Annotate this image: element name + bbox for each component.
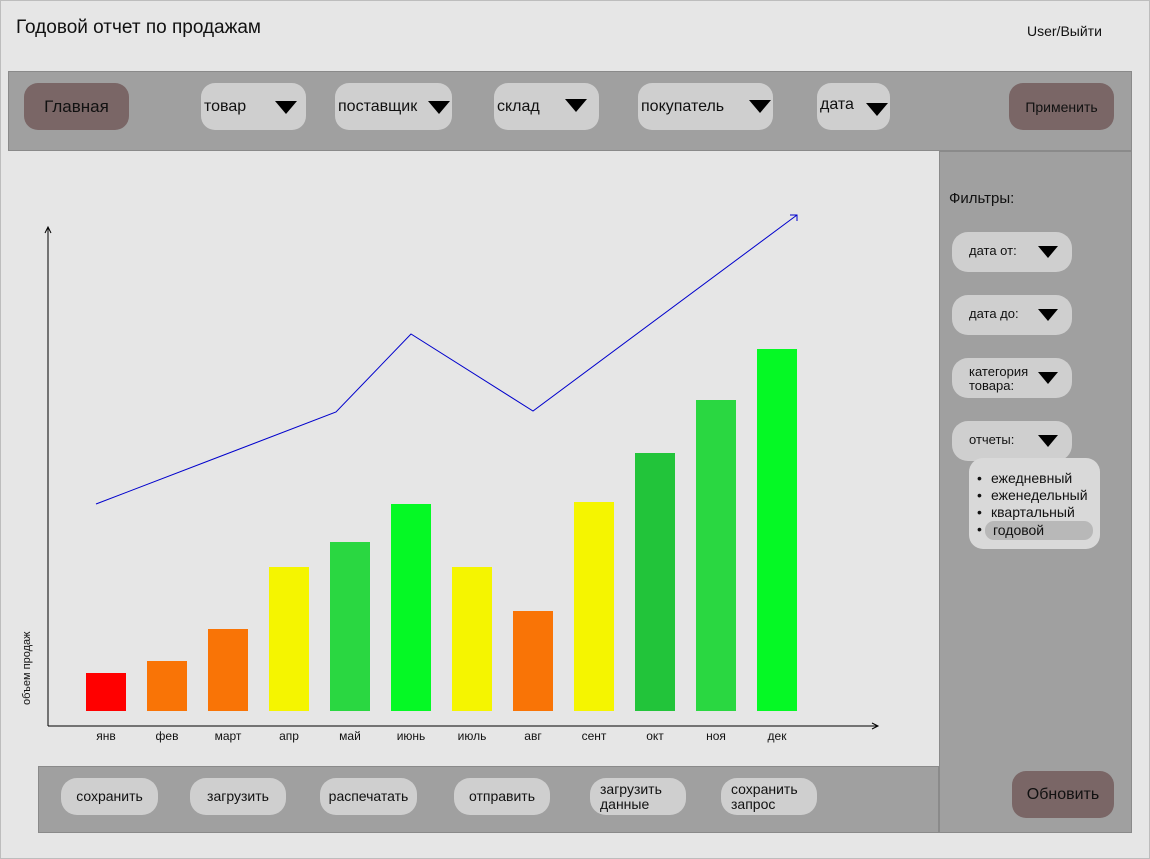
report-option-weekly[interactable]: еженедельный [977,487,1093,504]
reports-dropdown[interactable]: отчеты: [952,421,1072,461]
date-to-label: дата до: [969,306,1019,321]
sales-chart: янв фев март апр май июнь июль авг сент окт ноя дек [44,214,880,743]
bar-6 [391,504,431,711]
x-tick-label: июль [458,729,487,743]
report-option-quarterly[interactable]: квартальный [977,504,1093,521]
x-tick-label: июнь [397,729,426,743]
bar-10 [635,453,675,711]
x-tick-label: сент [582,729,607,743]
bar-5 [330,542,370,711]
bottom-toolbar: сохранить загрузить распечатать отправит… [38,766,939,833]
bar-9 [574,502,614,711]
apply-button[interactable]: Применить [1009,83,1114,130]
chevron-down-icon [1038,372,1058,384]
x-tick-label: дек [768,729,788,743]
x-tick-label: фев [156,729,179,743]
load-data-button[interactable]: загрузить данные [590,778,686,815]
reports-label: отчеты: [969,432,1015,447]
filters-sidebar: Фильтры: дата от: дата до: категория тов… [939,151,1132,833]
x-tick-label: авг [524,729,542,743]
category-dropdown[interactable]: категория товара: [952,358,1072,398]
date-to-dropdown[interactable]: дата до: [952,295,1072,335]
refresh-button[interactable]: Обновить [1012,771,1114,818]
date-from-dropdown[interactable]: дата от: [952,232,1072,272]
bar-8 [513,611,553,711]
save-button[interactable]: сохранить [61,778,158,815]
x-tick-label: апр [279,729,299,743]
x-tick-label: ноя [706,729,726,743]
trend-line [95,214,798,505]
chevron-down-icon [1038,246,1058,258]
bar-7 [452,567,492,711]
chevron-down-icon [1038,309,1058,321]
y-axis-label: объем продаж [21,631,33,705]
bar-11 [696,400,736,711]
bar-2 [147,661,187,711]
reports-menu: ежедневный еженедельный квартальный годо… [969,458,1100,549]
date-from-label: дата от: [969,243,1017,258]
report-option-daily[interactable]: ежедневный [977,470,1093,487]
bar-12 [757,349,797,711]
x-tick-label: март [215,729,242,743]
bar-4 [269,567,309,711]
filters-title: Фильтры: [949,190,1015,207]
chevron-down-icon [1038,435,1058,447]
load-button[interactable]: загрузить [190,778,286,815]
bar-1 [86,673,126,711]
category-label: категория товара: [969,364,1029,394]
send-button[interactable]: отправить [454,778,550,815]
report-option-yearly[interactable]: годовой [977,521,1093,540]
x-tick-label: окт [646,729,664,743]
print-button[interactable]: распечатать [320,778,417,815]
report-option-yearly-label: годовой [985,521,1093,540]
bar-3 [208,629,248,711]
user-logout-link[interactable]: User/Выйти [1027,23,1102,39]
save-query-button[interactable]: сохранить запрос [721,778,817,815]
x-tick-label: май [339,729,361,743]
x-tick-label: янв [96,729,116,743]
